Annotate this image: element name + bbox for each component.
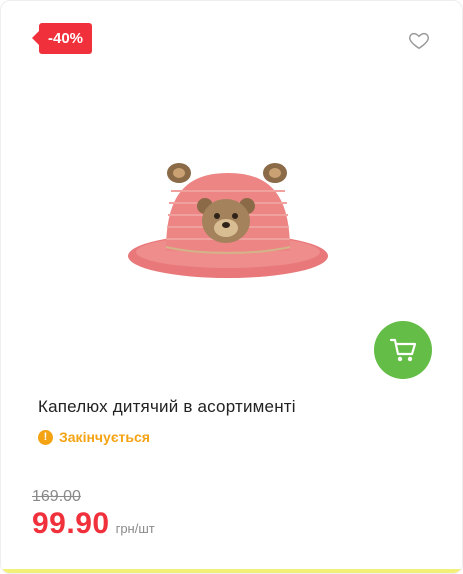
exclamation-circle-icon: ! — [38, 429, 53, 445]
wishlist-button[interactable] — [408, 29, 430, 51]
heart-outline-icon — [409, 32, 429, 49]
old-price: 169.00 — [32, 488, 81, 505]
product-card[interactable]: -40% Капелюх дитячий в асортименті ! Зак… — [0, 0, 463, 574]
price-row: 99.90 грн/шт — [32, 507, 155, 541]
price-unit: грн/шт — [115, 521, 155, 536]
bottom-accent-line — [1, 569, 462, 573]
discount-badge: -40% — [31, 23, 93, 54]
stock-status-label: Закінчується — [59, 429, 150, 445]
product-name[interactable]: Капелюх дитячий в асортименті — [38, 397, 296, 417]
product-image[interactable] — [121, 151, 336, 291]
stock-status: ! Закінчується — [38, 429, 150, 445]
shopping-cart-icon — [389, 338, 417, 362]
add-to-cart-button[interactable] — [374, 321, 432, 379]
current-price: 99.90 — [32, 507, 110, 540]
